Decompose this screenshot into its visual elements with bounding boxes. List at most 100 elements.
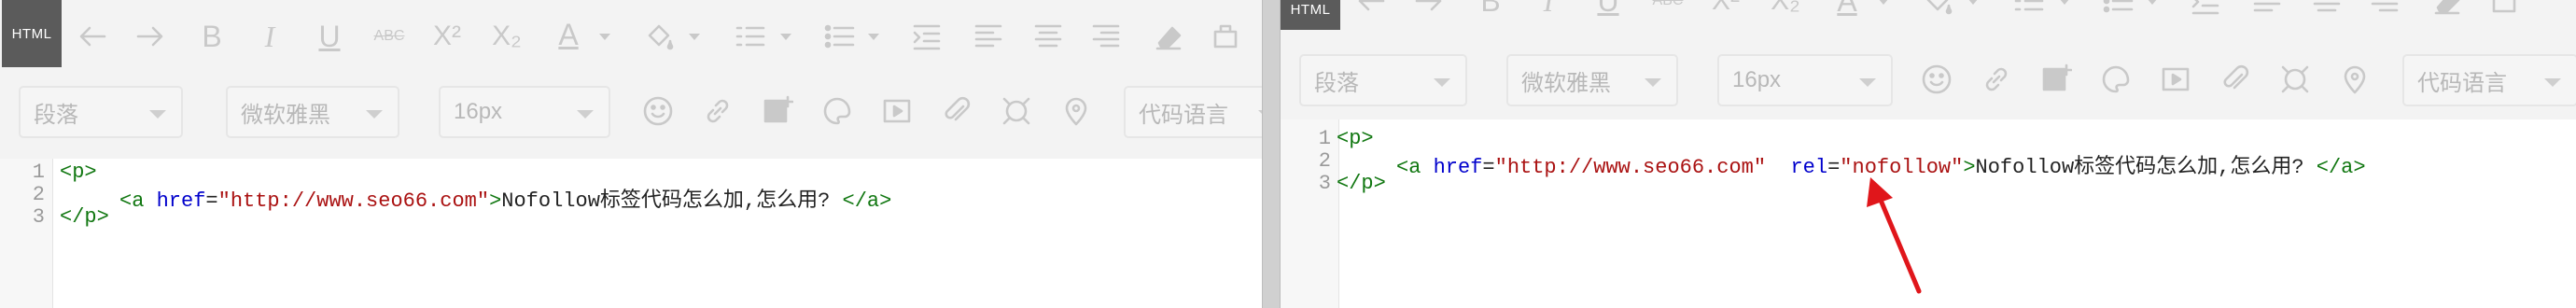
subscript-icon[interactable]: X₂: [485, 15, 528, 58]
palette-icon[interactable]: [2094, 58, 2137, 101]
tag-token: </p>: [60, 205, 109, 229]
left-editor-pane: HTML B I U ABC X² X₂ A 段落 微软雅黑 16px 代码语言…: [0, 0, 1262, 308]
italic-icon[interactable]: I: [1527, 0, 1570, 22]
map-pin-icon[interactable]: [1055, 90, 1098, 133]
align-center-icon[interactable]: [2305, 0, 2348, 22]
italic-icon[interactable]: I: [248, 15, 291, 58]
font-family-select[interactable]: 微软雅黑: [1506, 54, 1678, 106]
font-size-select-value: 16px: [1732, 67, 1782, 92]
tag-token: <p>: [60, 161, 97, 184]
image-icon[interactable]: [2035, 58, 2078, 101]
align-right-icon[interactable]: [2363, 0, 2406, 22]
ordered-list-icon[interactable]: [2007, 0, 2050, 22]
font-color-dropdown-caret[interactable]: [599, 34, 610, 40]
attribute-token: href: [1433, 156, 1483, 179]
red-arrow-annotation: [1867, 177, 1922, 294]
more-icon[interactable]: [1204, 15, 1247, 58]
undo-icon[interactable]: [71, 15, 114, 58]
font-family-select-value: 微软雅黑: [1521, 70, 1611, 96]
eraser-icon[interactable]: [2425, 0, 2468, 22]
superscript-icon[interactable]: X²: [1704, 0, 1747, 22]
toolbar-row-options: 段落 微软雅黑 16px 代码语言: [1281, 37, 2576, 116]
font-size-select[interactable]: 16px: [439, 86, 610, 138]
unordered-list-icon[interactable]: [2096, 0, 2139, 22]
ordered-list-dropdown-caret[interactable]: [780, 34, 791, 40]
font-color-icon[interactable]: A: [1826, 0, 1869, 22]
background-color-dropdown-caret[interactable]: [689, 34, 700, 40]
unordered-list-dropdown-caret[interactable]: [2147, 0, 2158, 5]
redo-icon[interactable]: [129, 15, 172, 58]
background-color-dropdown-caret[interactable]: [1967, 0, 1979, 5]
undo-icon[interactable]: [1350, 0, 1393, 22]
tag-token: >: [1963, 156, 1976, 179]
chevron-down-icon: [366, 110, 383, 119]
redo-icon[interactable]: [1407, 0, 1450, 22]
subscript-icon[interactable]: X₂: [1764, 0, 1807, 22]
font-family-select[interactable]: 微软雅黑: [226, 86, 399, 138]
indent-icon[interactable]: [905, 15, 948, 58]
equals-token: =: [1827, 156, 1841, 179]
underline-icon[interactable]: U: [308, 15, 351, 58]
frame-icon[interactable]: [995, 90, 1038, 133]
map-pin-icon[interactable]: [2333, 58, 2376, 101]
editor-toolbar: HTML B I U ABC X² X₂ A 段落 微软雅黑 16px 代码语言: [0, 0, 1262, 159]
paragraph-select[interactable]: 段落: [19, 86, 183, 138]
chevron-down-icon: [1859, 78, 1876, 87]
emoji-icon[interactable]: [1915, 58, 1958, 101]
emoji-icon[interactable]: [637, 90, 679, 133]
link-icon[interactable]: [696, 90, 739, 133]
unordered-list-dropdown-caret[interactable]: [868, 34, 879, 40]
background-color-icon[interactable]: [1917, 0, 1960, 22]
attachment-icon[interactable]: [2214, 58, 2257, 101]
link-text: Nofollow标签代码怎么加,怎么用?: [1975, 156, 2304, 179]
eraser-icon[interactable]: [1146, 15, 1189, 58]
ordered-list-icon[interactable]: [728, 15, 771, 58]
paragraph-select[interactable]: 段落: [1299, 54, 1467, 106]
attachment-icon[interactable]: [935, 90, 978, 133]
more-icon[interactable]: [2483, 0, 2526, 22]
toolbar-row-options: 段落 微软雅黑 16px 代码语言: [0, 73, 1262, 151]
font-size-select[interactable]: 16px: [1717, 54, 1893, 106]
font-color-dropdown-caret[interactable]: [1878, 0, 1889, 5]
ordered-list-dropdown-caret[interactable]: [2059, 0, 2070, 5]
palette-icon[interactable]: [816, 90, 859, 133]
underline-icon[interactable]: U: [1587, 0, 1630, 22]
code-editor[interactable]: <p> <a href="http://www.seo66.com">Nofol…: [0, 159, 1262, 308]
string-token-nofollow: "nofollow": [1840, 156, 1964, 179]
unordered-list-icon[interactable]: [818, 15, 861, 58]
font-color-icon[interactable]: A: [547, 13, 590, 56]
video-icon[interactable]: [2154, 58, 2197, 101]
code-language-select-value: 代码语言: [2417, 70, 2507, 96]
code-language-select[interactable]: 代码语言: [1124, 86, 1262, 138]
align-left-icon[interactable]: [2246, 0, 2289, 22]
chevron-down-icon: [2544, 78, 2561, 87]
chevron-down-icon: [1434, 78, 1450, 87]
tag-token: <p>: [1337, 127, 1374, 150]
chevron-down-icon: [577, 110, 594, 119]
code-language-select-value: 代码语言: [1139, 102, 1228, 128]
chevron-down-icon: [149, 110, 166, 119]
bold-icon[interactable]: B: [1469, 0, 1512, 22]
attribute-token: href: [156, 189, 206, 213]
superscript-icon[interactable]: X²: [426, 15, 469, 58]
frame-icon[interactable]: [2274, 58, 2317, 101]
link-icon[interactable]: [1975, 58, 2018, 101]
strikethrough-icon[interactable]: ABC: [1646, 0, 1689, 22]
html-source-button[interactable]: HTML: [2, 0, 62, 67]
align-left-icon[interactable]: [967, 15, 1010, 58]
bold-icon[interactable]: B: [190, 15, 233, 58]
align-right-icon[interactable]: [1085, 15, 1127, 58]
equals-token: =: [205, 189, 218, 213]
indent-icon[interactable]: [2184, 0, 2227, 22]
editor-toolbar: HTML B I U ABC X² X₂ A 段落 微软雅黑 16px 代码语言: [1281, 0, 2576, 119]
paragraph-select-value: 段落: [1314, 70, 1359, 96]
code-line-2: <a href="http://www.seo66.com">Nofollow标…: [119, 183, 891, 213]
video-icon[interactable]: [875, 90, 918, 133]
image-icon[interactable]: [756, 90, 799, 133]
code-language-select[interactable]: 代码语言: [2402, 54, 2576, 106]
tag-token: <a: [1396, 156, 1421, 179]
html-source-button[interactable]: HTML: [1281, 0, 1340, 30]
background-color-icon[interactable]: [638, 15, 681, 58]
align-center-icon[interactable]: [1027, 15, 1070, 58]
strikethrough-icon[interactable]: ABC: [368, 15, 411, 58]
